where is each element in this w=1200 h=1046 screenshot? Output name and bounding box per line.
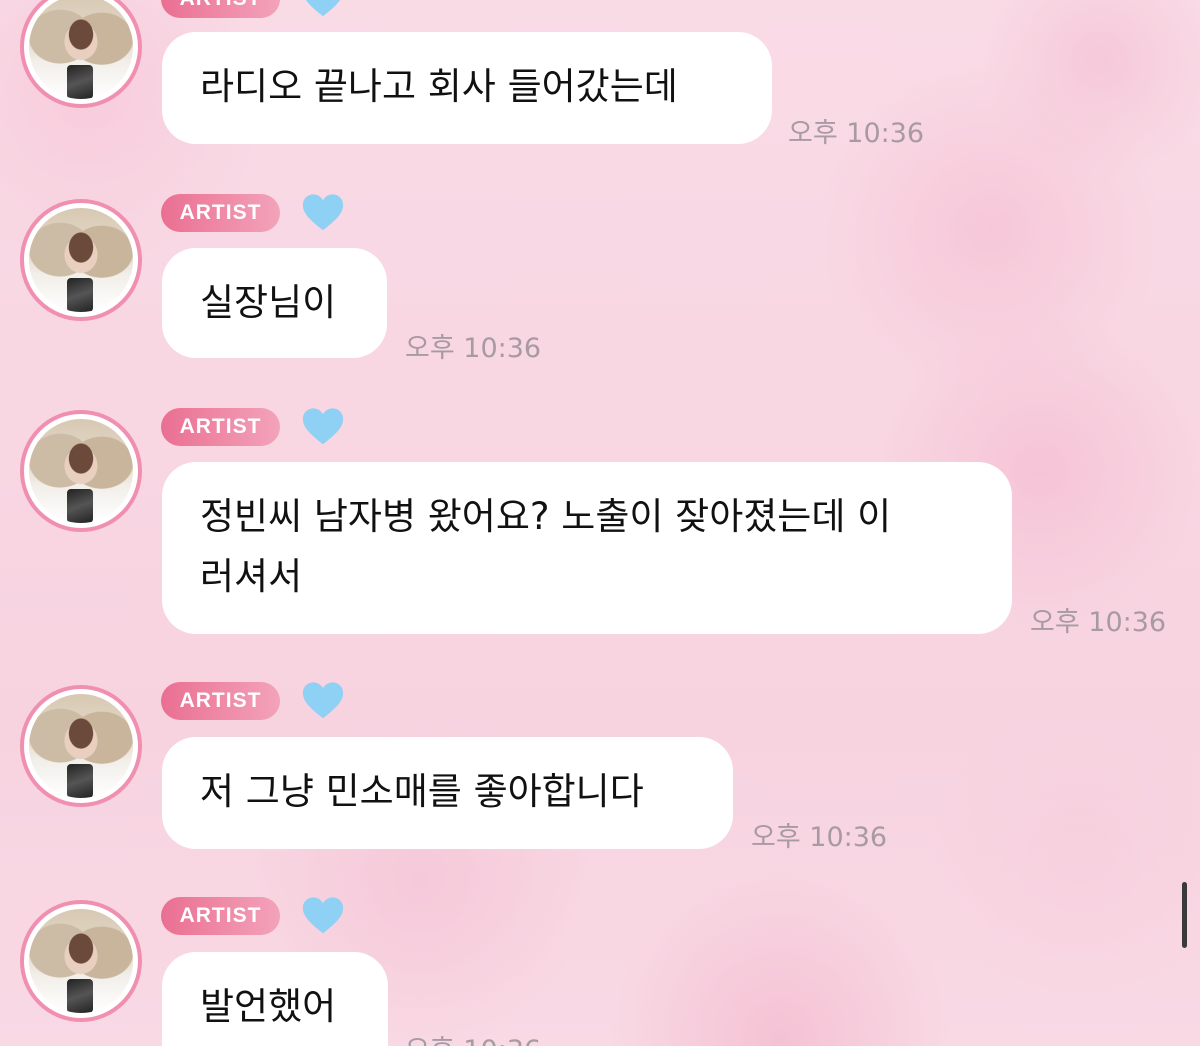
message-text: 라디오 끝나고 회사 들어갔는데 <box>200 65 678 108</box>
heart-icon <box>302 682 344 719</box>
heart-icon <box>302 194 344 231</box>
artist-badge: ARTIST <box>161 194 280 232</box>
artist-avatar[interactable] <box>20 410 142 532</box>
artist-avatar[interactable] <box>20 0 142 108</box>
message-bubble[interactable]: 발언했어 <box>162 952 388 1046</box>
message-bubble[interactable]: 실장님이 <box>162 248 387 358</box>
artist-badge: ARTIST <box>161 408 280 446</box>
heart-icon <box>302 408 344 445</box>
heart-icon <box>302 897 344 934</box>
message-timestamp: 오후 10:36 <box>788 118 925 149</box>
message-text: 저 그냥 민소매를 좋아합니다 <box>200 770 644 813</box>
artist-avatar[interactable] <box>20 199 142 321</box>
artist-avatar[interactable] <box>20 900 142 1022</box>
message-bubble[interactable]: 정빈씨 남자병 왔어요? 노출이 잦아졌는데 이 러셔서 <box>162 462 1012 634</box>
message-text-line: 러셔서 <box>200 555 303 598</box>
message-bubble[interactable]: 라디오 끝나고 회사 들어갔는데 <box>162 32 772 144</box>
artist-avatar[interactable] <box>20 685 142 807</box>
message-text-line: 정빈씨 남자병 왔어요? 노출이 잦아졌는데 이 <box>200 495 892 538</box>
artist-badge: ARTIST <box>161 682 280 720</box>
heart-icon <box>305 0 341 17</box>
message-text: 실장님이 <box>200 281 337 324</box>
message-timestamp: 오후 10:36 <box>1030 607 1167 638</box>
message-bubble[interactable]: 저 그냥 민소매를 좋아합니다 <box>162 737 733 849</box>
artist-badge: ARTIST <box>161 897 280 935</box>
scrollbar[interactable] <box>1182 882 1187 948</box>
message-text: 발언했어 <box>200 985 337 1028</box>
message-timestamp: 오후 10:36 <box>405 1028 541 1046</box>
artist-badge: ARTIST <box>161 0 280 18</box>
message-timestamp: 오후 10:36 <box>405 333 542 364</box>
chat-feed: ARTIST 라디오 끝나고 회사 들어갔는데 오후 10:36 ARTIST … <box>0 0 1200 1046</box>
message-timestamp: 오후 10:36 <box>751 822 888 853</box>
